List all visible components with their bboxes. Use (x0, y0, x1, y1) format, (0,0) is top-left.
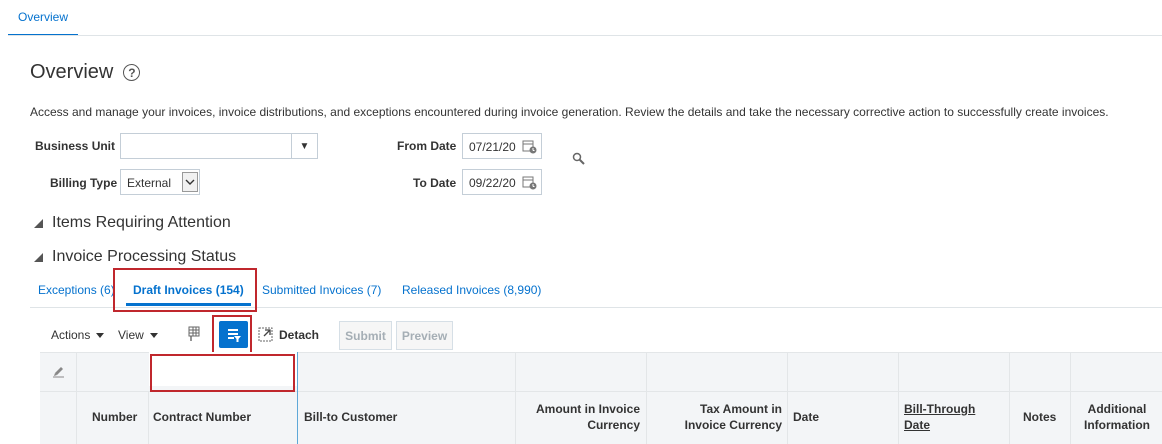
top-tab-divider (8, 35, 1162, 36)
section-items-requiring-attention[interactable]: Items Requiring Attention (34, 214, 231, 232)
page-title: Overview ? (30, 61, 141, 84)
chevron-down-icon[interactable]: ▼ (291, 134, 317, 158)
tab-submitted-invoices[interactable]: Submitted Invoices (7) (262, 283, 381, 297)
column-header-notes[interactable]: Notes (1023, 409, 1056, 425)
column-header-additional-information[interactable]: Additional Information (1076, 401, 1158, 433)
column-divider (787, 352, 788, 444)
detach-button[interactable]: Detach (279, 328, 319, 342)
billing-type-select[interactable]: External (120, 169, 200, 195)
column-divider (515, 352, 516, 444)
section-invoice-processing-status[interactable]: Invoice Processing Status (34, 248, 236, 266)
actions-menu[interactable]: Actions (51, 328, 105, 342)
column-header-bill-to-customer[interactable]: Bill-to Customer (304, 409, 397, 425)
help-icon[interactable]: ? (123, 64, 141, 81)
column-header-contract-number[interactable]: Contract Number (153, 409, 251, 425)
column-header-number[interactable]: Number (92, 409, 137, 425)
chevron-down-icon (149, 332, 158, 338)
chevron-down-icon (96, 332, 105, 338)
column-header-tax-amount-in-invoice-currency[interactable]: Tax Amount in Invoice Currency (652, 401, 782, 433)
chevron-down-icon[interactable] (182, 172, 198, 192)
column-divider (646, 352, 647, 444)
search-icon[interactable] (572, 152, 586, 166)
column-divider (148, 391, 149, 444)
highlight-box-filter-input (150, 354, 295, 392)
tab-released-invoices[interactable]: Released Invoices (8,990) (402, 283, 541, 297)
tab-overview[interactable]: Overview (8, 0, 78, 36)
to-date-label: To Date (413, 176, 457, 190)
collapse-triangle-icon[interactable] (34, 218, 43, 228)
column-divider (1070, 352, 1071, 444)
column-divider (76, 352, 77, 444)
billing-type-label: Billing Type (50, 176, 118, 190)
highlight-box-filter (212, 315, 252, 355)
to-date-input[interactable]: 09/22/20 (462, 169, 542, 195)
detach-icon[interactable] (258, 327, 273, 342)
column-divider (898, 352, 899, 444)
preview-button[interactable]: Preview (396, 321, 453, 350)
from-date-label: From Date (397, 139, 457, 153)
submit-button[interactable]: Submit (339, 321, 392, 350)
tab-exceptions[interactable]: Exceptions (6) (38, 283, 115, 297)
column-divider (1009, 352, 1010, 444)
view-menu[interactable]: View (118, 328, 158, 342)
business-unit-label: Business Unit (35, 139, 116, 153)
column-header-amount-in-invoice-currency[interactable]: Amount in Invoice Currency (520, 401, 640, 433)
pencil-icon[interactable] (52, 364, 66, 378)
column-header-date[interactable]: Date (793, 409, 819, 425)
from-date-input[interactable]: 07/21/20 (462, 133, 542, 159)
business-unit-select[interactable]: ▼ (120, 133, 318, 159)
calendar-icon[interactable] (522, 175, 537, 190)
page-description: Access and manage your invoices, invoice… (30, 105, 1109, 119)
collapse-triangle-icon[interactable] (34, 252, 43, 262)
column-header-bill-through-date[interactable]: Bill-Through Date (904, 401, 975, 433)
column-resize-divider[interactable] (297, 352, 298, 444)
calendar-icon[interactable] (522, 139, 537, 154)
freeze-columns-icon[interactable] (185, 326, 201, 342)
highlight-box-draft-tab (113, 268, 257, 312)
